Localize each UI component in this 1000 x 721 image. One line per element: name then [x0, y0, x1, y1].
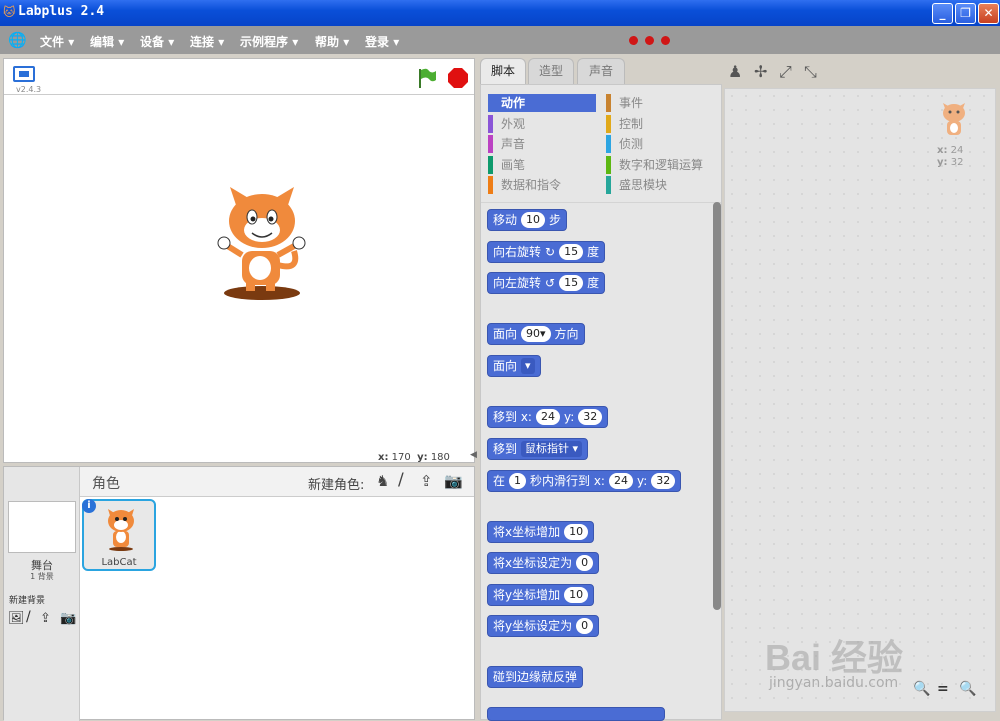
new-backdrop-label: 新建背景: [9, 596, 46, 606]
close-button[interactable]: ✕: [978, 3, 999, 24]
stage-thumbnail[interactable]: [8, 501, 76, 553]
minimize-button[interactable]: _: [932, 3, 953, 24]
tab-scripts[interactable]: 脚本: [480, 58, 526, 84]
category-left-3[interactable]: 画笔: [488, 155, 596, 174]
globe-icon[interactable]: 🌐: [8, 31, 27, 49]
version-label: v2.4.3: [16, 85, 42, 94]
stage-panel: v2.4.3: [3, 58, 475, 463]
menu-connect[interactable]: 连接 ▾: [190, 33, 224, 50]
menu-bar: 🌐 文件 ▾ 编辑 ▾ 设备 ▾ 连接 ▾ 示例程序 ▾ 帮助 ▾ 登录 ▾: [0, 26, 1000, 54]
stop-icon[interactable]: [447, 67, 469, 89]
set-y-block[interactable]: 将y坐标设定为 0: [487, 615, 600, 637]
dropdown-arrow-icon[interactable]: ▾: [521, 358, 535, 374]
paint-sprite-icon[interactable]: /: [398, 470, 404, 490]
window-title: Labplus 2.4: [18, 4, 105, 19]
category-right-4[interactable]: 盛思模块: [606, 176, 714, 194]
app-icon: 🐱: [3, 5, 16, 19]
category-right-2[interactable]: 侦测: [606, 135, 714, 153]
watermark-logo: Bai 经验: [765, 637, 904, 678]
change-y-block[interactable]: 将y坐标增加 10: [487, 584, 595, 606]
brush-icon[interactable]: /: [26, 609, 31, 625]
stage-toolbar: v2.4.3: [4, 59, 474, 95]
menu-help[interactable]: 帮助 ▾: [315, 33, 349, 50]
point-direction-block[interactable]: 面向 90▾ 方向: [487, 323, 585, 345]
set-x-block[interactable]: 将x坐标设定为 0: [487, 552, 600, 574]
status-dot: [661, 36, 670, 45]
category-left-4[interactable]: 数据和指令: [488, 176, 596, 194]
sprite-header: 角色 新建角色: ♞ / ⇪ 📷: [80, 467, 474, 497]
category-left-2[interactable]: 声音: [488, 135, 596, 153]
status-dot: [645, 36, 654, 45]
paint-backdrop-icon[interactable]: 🖼: [8, 611, 25, 626]
block-palette: 动作外观声音画笔数据和指令 事件控制侦测数字和逻辑运算 盛思模块 移动 10 步 向右…: [480, 84, 722, 721]
move-steps-block[interactable]: 移动 10 步: [487, 209, 568, 231]
duplicate-tool-icon[interactable]: ♟: [728, 62, 742, 81]
sprite-position: x: 24 y: 32: [937, 145, 964, 168]
sprite-name: LabCat: [101, 557, 137, 568]
sprite-preview-icon: [943, 103, 965, 135]
menu-edit[interactable]: 编辑 ▾: [90, 33, 124, 50]
zoom-in-icon[interactable]: 🔍: [959, 681, 976, 697]
goto-target-block[interactable]: 移到 鼠标指针 ▾: [487, 438, 589, 460]
cat-sprite[interactable]: [212, 183, 312, 303]
palette-scrollbar[interactable]: [713, 202, 721, 610]
stage-coordinates: x: 170 y: 180: [378, 452, 450, 463]
tab-costumes[interactable]: 造型: [528, 58, 574, 84]
upload-icon[interactable]: ⇪: [40, 611, 51, 626]
upload-sprite-icon[interactable]: ⇪: [420, 472, 433, 490]
rotate-ccw-icon: ↺: [545, 276, 556, 290]
title-bar: 🐱 Labplus 2.4 _ ❐ ✕: [0, 0, 1000, 26]
new-sprite-label: 新建角色:: [308, 478, 365, 493]
glide-block[interactable]: 在 1 秒内滑行到 x: 24 y: 32: [487, 470, 682, 492]
change-x-block[interactable]: 将x坐标增加 10: [487, 521, 595, 543]
camera-sprite-icon[interactable]: 📷: [444, 472, 463, 490]
goto-xy-block[interactable]: 移到 x: 24 y: 32: [487, 406, 609, 428]
maximize-button[interactable]: ❐: [955, 3, 976, 24]
turn-left-block[interactable]: 向左旋转 ↺ 15 度: [487, 272, 606, 294]
partial-block[interactable]: [487, 707, 665, 721]
fullscreen-icon[interactable]: [13, 66, 35, 82]
info-icon[interactable]: i: [82, 499, 96, 513]
backdrop-count: 1 背景: [30, 572, 54, 581]
category-left-0[interactable]: 动作: [488, 94, 596, 112]
green-flag-icon[interactable]: [416, 67, 438, 89]
turn-right-block[interactable]: 向右旋转 ↻ 15 度: [487, 241, 606, 263]
script-area[interactable]: x: 24 y: 32 Bai 经验 jingyan.baidu.com 🔍 =…: [724, 88, 996, 712]
zoom-reset-icon[interactable]: =: [937, 681, 949, 697]
menu-device[interactable]: 设备 ▾: [140, 33, 174, 50]
category-right-0[interactable]: 事件: [606, 94, 714, 112]
category-list: 动作外观声音画笔数据和指令 事件控制侦测数字和逻辑运算 盛思模块: [481, 85, 721, 203]
menu-examples[interactable]: 示例程序 ▾: [240, 33, 298, 50]
point-towards-block[interactable]: 面向 ▾: [487, 355, 541, 377]
status-dot: [629, 36, 638, 45]
sprite-thumbnail[interactable]: i LabCat: [82, 499, 156, 571]
menu-login[interactable]: 登录 ▾: [365, 33, 399, 50]
category-right-3[interactable]: 数字和逻辑运算: [606, 155, 714, 174]
rotate-cw-icon: ↻: [545, 245, 556, 259]
tab-sounds[interactable]: 声音: [577, 58, 625, 84]
sprite-title: 角色: [92, 476, 120, 492]
grow-tool-icon[interactable]: ⤢: [779, 62, 792, 82]
cat-thumbnail-icon: [108, 509, 134, 551]
category-left-1[interactable]: 外观: [488, 114, 596, 133]
cut-tool-icon[interactable]: ✢: [754, 62, 767, 81]
collapse-arrow-icon[interactable]: ◀: [470, 450, 477, 460]
shrink-tool-icon[interactable]: ⤡: [804, 62, 817, 82]
bounce-block[interactable]: 碰到边缘就反弹: [487, 666, 584, 688]
watermark-url: jingyan.baidu.com: [769, 675, 899, 691]
library-sprite-icon[interactable]: ♞: [376, 472, 389, 490]
category-right-1[interactable]: 控制: [606, 114, 714, 133]
sprite-panel: 舞台 1 背景 新建背景 🖼 / ⇪ 📷 角色 新建角色: ♞ / ⇪ 📷 i …: [3, 466, 475, 721]
stage-column: 舞台 1 背景 新建背景 🖼 / ⇪ 📷: [4, 467, 80, 721]
menu-file[interactable]: 文件 ▾: [40, 33, 74, 50]
zoom-out-icon[interactable]: 🔍: [913, 681, 930, 697]
camera-icon[interactable]: 📷: [60, 611, 76, 626]
